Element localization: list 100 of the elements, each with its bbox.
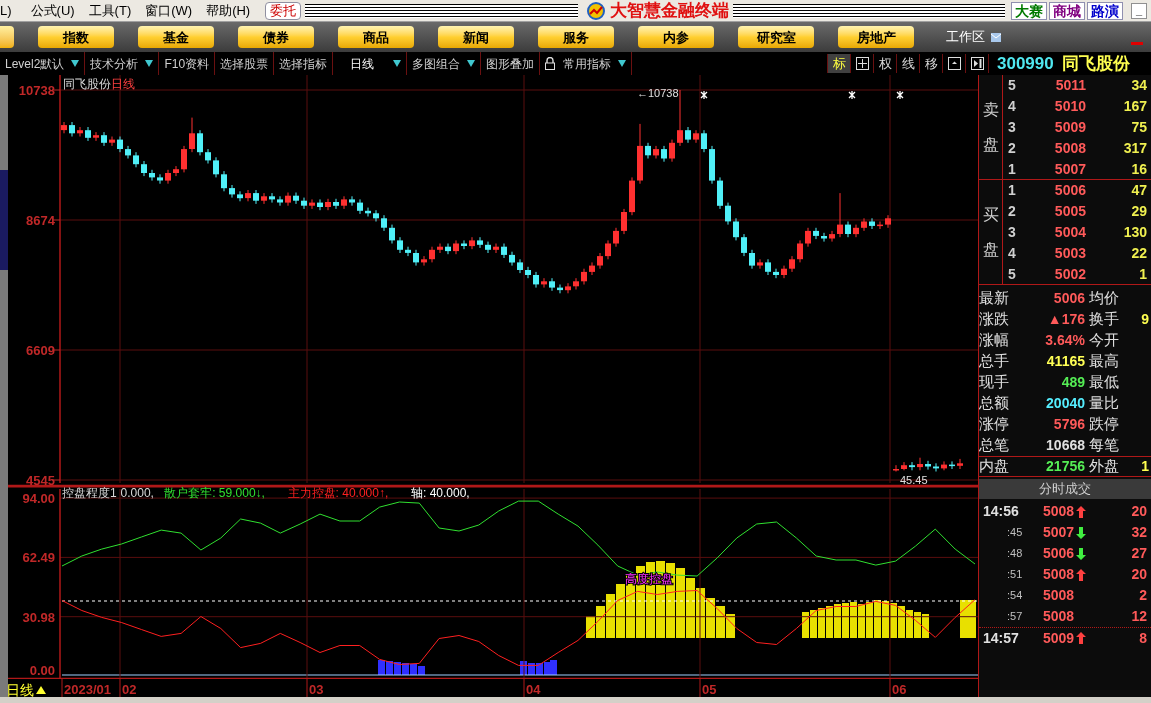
candle [677, 89, 683, 147]
menu-item[interactable]: 帮助(H) [199, 0, 258, 21]
candle [125, 145, 131, 159]
candle [589, 261, 595, 276]
toolbar-button[interactable]: 多图组合 [412, 54, 461, 73]
stat-value: 20040 [1045, 394, 1085, 413]
dropdown-caret-icon[interactable] [467, 60, 476, 67]
toolbar-button[interactable]: 常用指标 [563, 54, 612, 73]
nav-button[interactable]: 房地产 [838, 26, 914, 48]
indicator-legend: 轴: 40.000, [411, 486, 470, 500]
candle [837, 192, 843, 238]
candle [357, 198, 363, 215]
candle [277, 195, 283, 207]
book-price: 5010 [1053, 97, 1086, 116]
nav-button[interactable]: 研究室 [738, 26, 814, 48]
axis-tick-label: 6609 [26, 343, 55, 358]
trade-price: 5009 [1043, 628, 1075, 648]
menu-item[interactable]: 公式(U) [23, 0, 82, 21]
candle [69, 121, 75, 137]
book-rank: 2 [1008, 202, 1017, 221]
candle [245, 189, 251, 202]
candle [429, 246, 435, 263]
date-axis-label: 02 [122, 682, 137, 697]
nav-button[interactable]: 债券 [238, 26, 314, 48]
stat-value: 5796 [1052, 415, 1085, 434]
stat-value: ▲176 [1046, 310, 1085, 329]
toolbar-button[interactable]: 选择股票 [220, 54, 269, 73]
candle [853, 224, 859, 238]
candle [893, 464, 899, 472]
candle [197, 129, 203, 156]
star-marker-icon [700, 90, 708, 100]
dropdown-caret-icon[interactable] [393, 60, 402, 67]
toolbar-button[interactable]: Level2默认 [5, 54, 65, 73]
dropdown-caret-icon[interactable] [71, 60, 80, 67]
menu-item[interactable]: 工具(T) [81, 0, 139, 21]
book-volume: 16 [1130, 160, 1147, 179]
candle [861, 217, 867, 232]
candle [877, 221, 883, 230]
toolbar-button[interactable]: 日线 [338, 54, 387, 73]
book-price: 5003 [1053, 244, 1086, 263]
candle [821, 232, 827, 243]
period-label[interactable]: 日线 [8, 682, 34, 697]
header-link[interactable]: 路演 [1087, 1, 1123, 20]
header-link[interactable]: 商城 [1049, 1, 1085, 20]
candle [317, 198, 323, 211]
candle [237, 190, 243, 202]
toolbar-button[interactable]: F10资料 [164, 54, 210, 73]
workspace-label[interactable]: 工作区 [946, 27, 985, 47]
dropdown-caret-icon[interactable] [145, 60, 154, 67]
caret-icon[interactable] [36, 686, 46, 694]
nav-button[interactable]: 新闻 [438, 26, 514, 48]
book-volume: 1 [1138, 265, 1147, 284]
book-rank: 4 [1008, 244, 1017, 263]
dropdown-caret-icon[interactable] [618, 60, 627, 67]
stat-value: 5006 [1052, 289, 1085, 308]
trade-button[interactable]: 委托 [265, 1, 302, 20]
candle [781, 265, 787, 279]
minimize-button[interactable]: _ [1131, 2, 1147, 19]
candle [493, 243, 499, 254]
nav-button[interactable]: 指数 [38, 26, 114, 48]
book-rank: 3 [1008, 118, 1017, 137]
candle [613, 227, 619, 248]
nav-button[interactable]: 内参 [638, 26, 714, 48]
lock-icon[interactable] [545, 57, 556, 70]
stat-label: 总额 [979, 393, 1010, 414]
trade-volume: 20 [1131, 502, 1147, 521]
candle [885, 214, 891, 229]
book-volume: 130 [1122, 223, 1147, 242]
chart-tool-button[interactable]: 标 [828, 54, 851, 73]
candle [701, 129, 707, 153]
candle [77, 126, 83, 137]
candle [421, 255, 427, 267]
candle [669, 139, 675, 163]
candle [829, 230, 835, 243]
mail-icon[interactable] [991, 32, 1001, 42]
candle [789, 255, 795, 273]
nav-button[interactable]: 商品 [338, 26, 414, 48]
toolbar-button[interactable]: 图形叠加 [486, 54, 535, 73]
date-axis-label: 04 [526, 682, 541, 697]
book-rank: 2 [1008, 139, 1017, 158]
toolbar-button[interactable]: 技术分析 [90, 54, 139, 73]
candle [293, 192, 299, 205]
axis-tick-label: 0.00 [29, 663, 55, 678]
candle [101, 131, 107, 147]
header-link[interactable]: 大赛 [1011, 1, 1047, 20]
candle [957, 458, 963, 470]
trade-time: :51 [1006, 567, 1024, 583]
nav-button[interactable]: 基金 [138, 26, 214, 48]
menu-item[interactable]: L) [0, 0, 24, 21]
candle [445, 243, 451, 255]
candle [253, 189, 259, 205]
candle [573, 277, 579, 290]
date-axis-label: 03 [309, 682, 324, 697]
book-volume: 34 [1130, 76, 1147, 95]
axis-tick-label: 4545 [26, 473, 55, 486]
stat-label: 每笔 [1089, 435, 1120, 456]
menu-item[interactable]: 窗口(W) [138, 0, 200, 21]
nav-button[interactable]: 服务 [538, 26, 614, 48]
candle [525, 266, 531, 279]
toolbar-button[interactable]: 选择指标 [279, 54, 328, 73]
